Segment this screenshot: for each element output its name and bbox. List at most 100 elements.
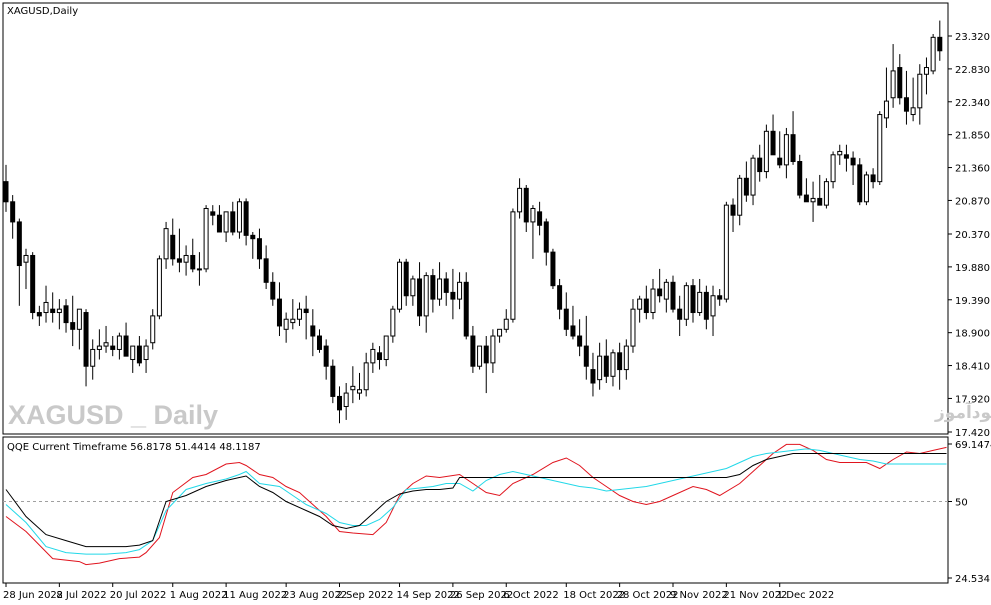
candle-body-up: [883, 100, 889, 119]
candle-body-down: [443, 278, 449, 293]
price-tick-label: 19.390: [955, 296, 990, 307]
candle-body-down: [256, 238, 262, 260]
candle-body-up: [610, 352, 616, 377]
candle-body-up: [917, 73, 923, 109]
candle-body-down: [857, 164, 863, 203]
candle: [203, 205, 209, 273]
candle-body-up: [663, 281, 669, 300]
candle-body-down: [10, 201, 16, 223]
candle-body-down: [83, 312, 89, 367]
chart-root: XAGUSD,Daily XAGUSD _ Daily انتشار در سا…: [2, 2, 991, 601]
candle-body-down: [770, 130, 776, 156]
candle-body-up: [90, 348, 96, 367]
candle-body-up: [630, 308, 636, 347]
qqe-tick-label: 50: [955, 498, 968, 509]
candle-body-down: [417, 278, 423, 317]
qqe-axis: 69.1474 50 24.5341: [948, 440, 991, 585]
candle-body-up: [837, 150, 843, 156]
candle-body-up: [130, 345, 136, 361]
candle-body-down: [430, 275, 436, 300]
candle-body-down: [543, 221, 549, 253]
time-tick-label: 1 Aug 2022: [170, 590, 228, 601]
candle-body-down: [303, 308, 309, 314]
candle-body-up: [76, 308, 82, 330]
candle-body-up: [23, 254, 29, 263]
candle: [463, 272, 469, 340]
candle-body-down: [777, 157, 783, 166]
candle-body-down: [3, 181, 9, 203]
candle-body-up: [497, 328, 503, 337]
candle-body-down: [316, 335, 322, 350]
qqe-tick-label: 24.5341: [955, 574, 991, 585]
candle-body-up: [390, 308, 396, 337]
candle-body-down: [657, 288, 663, 297]
candle-body-up: [890, 70, 896, 99]
price-panel: XAGUSD,Daily XAGUSD _ Daily انتشار در سا…: [2, 2, 991, 439]
candle-body-down: [563, 308, 569, 330]
candle-body-up: [763, 130, 769, 173]
candle-body-down: [583, 345, 589, 367]
candle-body-up: [150, 315, 156, 344]
candle-body-down: [577, 335, 583, 347]
candle-body-down: [50, 308, 56, 314]
price-tick-label: 20.370: [955, 230, 990, 241]
candle-body-down: [70, 322, 76, 330]
candle-body-up: [163, 228, 169, 260]
candle-body-down: [123, 335, 129, 357]
candle: [723, 201, 729, 303]
candle-body-up: [423, 275, 429, 317]
candle-body-up: [56, 308, 62, 314]
price-tick-label: 21.850: [955, 131, 990, 142]
price-panel-frame: [2, 2, 949, 435]
candle-body-down: [757, 157, 763, 173]
candle-body-down: [743, 177, 749, 196]
candle-body-up: [103, 342, 109, 347]
candle-body-down: [403, 261, 409, 297]
candle-body-up: [183, 254, 189, 263]
candle-body-up: [910, 107, 916, 116]
candle-body-up: [503, 318, 509, 330]
candle-body-up: [737, 177, 743, 216]
time-tick-label: 28 Jun 2022: [3, 590, 63, 601]
candle-body-down: [190, 254, 196, 270]
candle-body-up: [863, 174, 869, 203]
candle: [763, 124, 769, 179]
candle-body-down: [210, 211, 216, 216]
candle-body-down: [817, 197, 823, 206]
candle-body-up: [437, 278, 443, 300]
candle-body-up: [196, 268, 202, 271]
candle-body-up: [490, 335, 496, 364]
candle-body-down: [690, 285, 696, 314]
candle-body-up: [650, 288, 656, 314]
candle-body-up: [410, 278, 416, 297]
candle: [397, 258, 403, 313]
candle-body-down: [797, 161, 803, 196]
candle-body-up: [697, 291, 703, 314]
candle-body-down: [643, 298, 649, 314]
candle: [330, 359, 336, 404]
candle: [550, 248, 556, 290]
candle-body-down: [276, 298, 282, 327]
candle-body-down: [243, 201, 249, 236]
candle-body-up: [923, 67, 929, 75]
candle-body-up: [683, 285, 689, 320]
candle-body-down: [470, 335, 476, 367]
candle-body-down: [897, 67, 903, 99]
candle-body-down: [450, 291, 456, 300]
candle-body-up: [370, 348, 376, 364]
candle-body-up: [350, 385, 356, 391]
candle-body-up: [930, 36, 936, 72]
candle-body-down: [937, 36, 943, 52]
candle-body-up: [710, 295, 716, 317]
candle-body-up: [750, 157, 756, 196]
candle-body-down: [677, 308, 683, 320]
candle-body-up: [156, 258, 162, 317]
candle-body-down: [850, 157, 856, 166]
candle-body-down: [870, 174, 876, 183]
time-tick-label: 6 Oct 2022: [503, 590, 558, 601]
candle-body-down: [903, 97, 909, 112]
price-tick-label: 22.830: [955, 65, 990, 76]
candle-body-down: [216, 214, 222, 233]
candle-body-down: [310, 325, 316, 337]
price-tick-label: 21.360: [955, 164, 990, 175]
